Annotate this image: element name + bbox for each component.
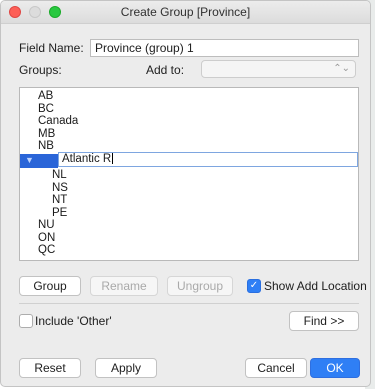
divider xyxy=(19,303,359,304)
tree-item[interactable]: NS xyxy=(20,182,358,195)
tree-item[interactable]: QC xyxy=(20,244,358,257)
tree-item[interactable]: Canada xyxy=(20,115,358,128)
field-name-label: Field Name: xyxy=(19,41,84,55)
groups-tree[interactable]: AB BC Canada MB NB ▼ Atlantic R NL NS NT… xyxy=(19,87,359,261)
tree-item-label: AB xyxy=(38,90,54,102)
add-to-select[interactable]: ⌃⌄ xyxy=(201,60,356,78)
tree-item[interactable]: BC xyxy=(20,103,358,116)
find-button[interactable]: Find >> xyxy=(289,311,359,331)
group-name-edit-field[interactable]: Atlantic R xyxy=(58,152,358,167)
show-add-location-label: Show Add Location xyxy=(264,279,367,293)
tree-item[interactable]: NT xyxy=(20,194,358,207)
tree-item-label: QC xyxy=(38,244,56,256)
group-name-edit-value: Atlantic R xyxy=(62,153,112,165)
show-add-location-checkbox[interactable]: ✓ xyxy=(247,279,261,293)
tree-item[interactable]: MB xyxy=(20,128,358,141)
include-other-checkbox[interactable] xyxy=(19,314,33,328)
tree-item[interactable]: NB xyxy=(20,140,358,153)
ungroup-button[interactable]: Ungroup xyxy=(167,276,233,296)
tree-item-label: NT xyxy=(52,194,68,206)
tree-group-row-selected[interactable]: ▼ Atlantic R xyxy=(20,152,358,168)
ok-button[interactable]: OK xyxy=(310,358,360,378)
tree-item-label: BC xyxy=(38,102,54,115)
add-to-label: Add to: xyxy=(146,63,185,77)
group-button[interactable]: Group xyxy=(19,276,81,296)
include-other-label: Include 'Other' xyxy=(35,314,112,328)
apply-button[interactable]: Apply xyxy=(95,358,157,378)
tree-item-label: NL xyxy=(52,169,67,181)
tree-item[interactable]: NL xyxy=(20,169,358,182)
tree-item[interactable]: ON xyxy=(20,232,358,245)
tree-item[interactable]: NU xyxy=(20,219,358,232)
create-group-dialog: Create Group [Province] Field Name: Prov… xyxy=(0,0,371,387)
tree-item-label: PE xyxy=(52,206,68,219)
tree-item-label: Canada xyxy=(38,115,79,127)
rename-button[interactable]: Rename xyxy=(90,276,158,296)
field-name-input[interactable]: Province (group) 1 xyxy=(90,39,359,57)
tree-item-label: ON xyxy=(38,231,56,244)
tree-item-label: NS xyxy=(52,181,68,194)
tree-item-label: NU xyxy=(38,219,55,231)
groups-label: Groups: xyxy=(19,63,62,77)
title-bar: Create Group [Province] xyxy=(1,1,370,24)
disclosure-triangle-icon[interactable]: ▼ xyxy=(25,154,34,167)
tree-item[interactable]: AB xyxy=(20,90,358,103)
text-caret xyxy=(112,153,114,165)
tree-item-label: NB xyxy=(38,140,54,152)
tree-item-label: MB xyxy=(38,127,56,140)
window-title: Create Group [Province] xyxy=(120,5,251,19)
chevron-updown-icon: ⌃⌄ xyxy=(333,63,350,74)
tree-item[interactable]: PE xyxy=(20,207,358,220)
reset-button[interactable]: Reset xyxy=(19,358,81,378)
cancel-button[interactable]: Cancel xyxy=(245,358,307,378)
